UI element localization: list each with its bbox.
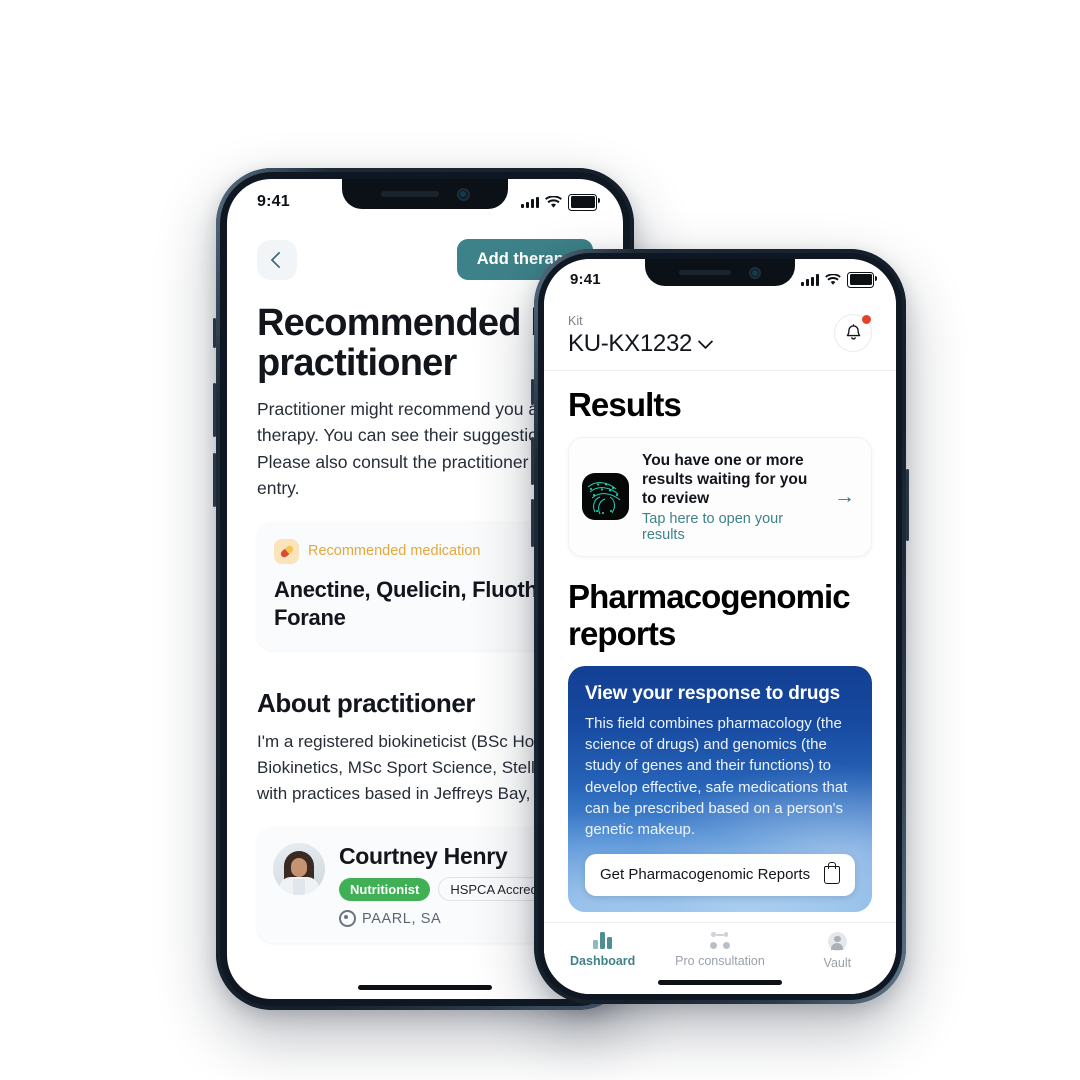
status-bar-right: 9:41 [544, 259, 896, 288]
dashboard-page: Kit KU-KX1232 Results You have one or mo… [544, 259, 896, 994]
tab-vault[interactable]: Vault [779, 932, 896, 970]
medication-names-line: Forane [274, 604, 346, 630]
medication-names-line: Anectine, Quelicin, Fluotha [274, 576, 550, 602]
volume-down-button[interactable] [531, 499, 534, 547]
tab-pro-consultation[interactable]: Pro consultation [661, 932, 778, 970]
mute-switch[interactable] [531, 379, 534, 405]
location-text: PAARL, SA [362, 910, 442, 927]
arrow-right-icon: → [834, 485, 855, 509]
bell-icon [846, 324, 860, 340]
notifications-button[interactable] [834, 314, 872, 352]
wifi-icon [545, 195, 562, 208]
phone-right-device: 9:41 Kit KU-KX1232 Results You have one … [531, 249, 909, 1004]
bar-chart-icon [593, 932, 612, 949]
cellular-signal-icon [801, 274, 819, 286]
screenshot-stage: 9:41 Add therapy Recommended by a practi… [0, 0, 1080, 1080]
tab-dashboard-label: Dashboard [570, 954, 636, 968]
results-notice-title: You have one or more results waiting for… [642, 451, 808, 508]
results-notice-card[interactable]: You have one or more results waiting for… [568, 436, 872, 558]
notification-badge-dot [862, 315, 871, 324]
wifi-icon [825, 273, 841, 285]
chevron-down-icon [697, 333, 714, 350]
volume-up-button[interactable] [531, 437, 534, 485]
results-notice-link[interactable]: Tap here to open your results [642, 511, 821, 543]
promo-card-body: This field combines pharmacology (the sc… [585, 714, 848, 839]
medication-badge-label: Recommended medication [308, 543, 481, 560]
shopping-bag-icon [824, 861, 840, 884]
results-notice-text: You have one or more results waiting for… [642, 451, 821, 544]
phone-right-screen: 9:41 Kit KU-KX1232 Results You have one … [544, 259, 896, 994]
location-pin-icon [339, 910, 356, 928]
home-indicator[interactable] [658, 980, 782, 985]
dashboard-content: Results You have one or more results wai… [544, 371, 896, 922]
pharmacogenomic-heading: Pharmacogenomic reports [568, 579, 872, 652]
get-pharmacogenomic-reports-button[interactable]: Get Pharmacogenomic Reports [585, 853, 855, 896]
power-button[interactable] [906, 469, 909, 541]
cta-label: Get Pharmacogenomic Reports [600, 866, 811, 884]
user-avatar-icon [827, 932, 847, 951]
kit-selector[interactable]: Kit KU-KX1232 [568, 314, 714, 358]
tab-vault-label: Vault [823, 956, 852, 970]
back-button[interactable] [257, 239, 297, 280]
avatar [273, 843, 325, 896]
status-time: 9:41 [257, 193, 290, 210]
tab-dashboard[interactable]: Dashboard [544, 932, 661, 970]
pharmacogenomic-heading-line-2: reports [568, 614, 676, 652]
battery-icon [568, 193, 600, 211]
pill-icon [274, 538, 299, 564]
status-time: 9:41 [570, 271, 601, 288]
cellular-signal-icon [521, 196, 539, 208]
page-title-line-2: practitioner [257, 342, 457, 385]
role-badge: Nutritionist [339, 877, 431, 901]
tab-pro-consultation-label: Pro consultation [675, 954, 765, 968]
kit-label: Kit [568, 314, 583, 328]
pharmacogenomic-heading-line-1: Pharmacogenomic [568, 578, 851, 616]
medication-names: Anectine, Quelicin, Fluotha Forane [274, 576, 576, 631]
people-icon [709, 932, 731, 949]
battery-icon [847, 271, 877, 288]
chevron-left-icon [270, 251, 287, 268]
home-indicator[interactable] [358, 985, 492, 990]
volume-down-button[interactable] [213, 453, 216, 507]
pharmacogenomic-promo-card[interactable]: View your response to drugs This field c… [568, 665, 872, 912]
kit-value: KU-KX1232 [568, 330, 693, 357]
mute-switch[interactable] [213, 318, 216, 348]
volume-up-button[interactable] [213, 383, 216, 437]
promo-card-title: View your response to drugs [585, 682, 841, 704]
status-bar-left: 9:41 [227, 179, 623, 211]
results-heading: Results [568, 386, 682, 423]
dna-thumbnail-icon [582, 473, 629, 521]
